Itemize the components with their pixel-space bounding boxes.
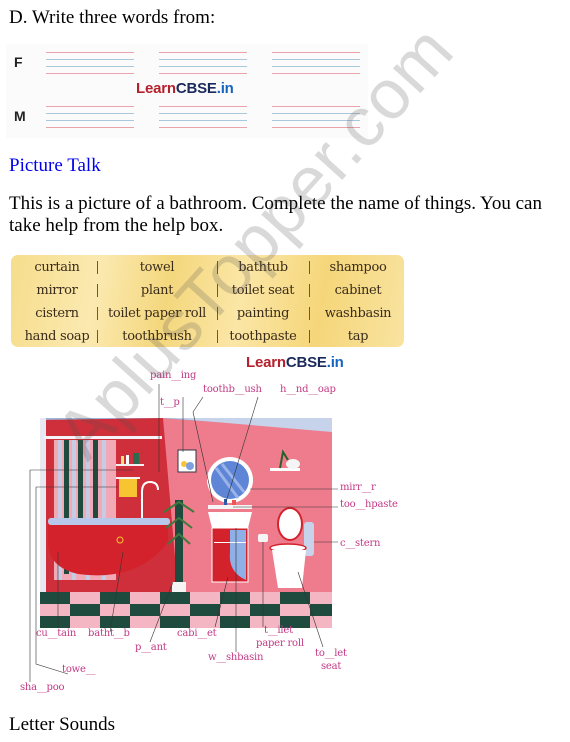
bathroom-scene <box>29 384 338 682</box>
label-painting: pain__ing <box>150 370 197 381</box>
help-word: cistern <box>35 306 79 321</box>
separator <box>97 330 98 343</box>
help-word: bathtub <box>238 260 288 275</box>
help-word: toilet seat <box>231 283 295 298</box>
help-word: cabinet <box>334 283 382 298</box>
plant <box>175 500 183 586</box>
separator <box>309 330 310 343</box>
separator <box>217 330 218 343</box>
label-mirror: mirr__r <box>340 482 376 493</box>
logo-part-in: .in <box>326 354 344 371</box>
label-towel: towe__ <box>62 664 96 675</box>
logo-part-cbse: CBSE <box>175 80 217 97</box>
label-toothpaste: too__hpaste <box>340 499 398 510</box>
logo-part-in: .in <box>216 80 234 97</box>
letter-sounds-heading: Letter Sounds <box>9 714 116 735</box>
separator <box>97 307 98 320</box>
label-hand-soap: h__nd__oap <box>280 384 336 395</box>
writing-line-m-2[interactable] <box>159 106 247 130</box>
separator <box>217 307 218 320</box>
label-toilet-seat-1: to__let <box>315 648 347 659</box>
writing-line-m-3[interactable] <box>272 106 360 130</box>
painting <box>177 449 197 473</box>
help-word: plant <box>140 283 174 298</box>
label-toilet-paper-roll-2: paper roll <box>256 638 304 649</box>
floor <box>40 592 332 628</box>
separator <box>309 307 310 320</box>
label-curtain: cu__tain <box>36 628 77 639</box>
separator <box>217 284 218 297</box>
help-word: washbasin <box>324 306 392 321</box>
label-plant: p__ant <box>135 642 167 653</box>
help-word: hand soap <box>24 329 90 344</box>
writing-line-f-3[interactable] <box>272 52 360 76</box>
row-letter-m: M <box>14 108 26 124</box>
help-word: towel <box>139 260 175 275</box>
help-word: toothbrush <box>122 329 192 344</box>
writing-line-f-2[interactable] <box>159 52 247 76</box>
logo-part-learn: Learn <box>246 354 286 371</box>
separator <box>309 284 310 297</box>
help-word: mirror <box>36 283 78 298</box>
learncbse-logo: LearnCBSE.in <box>246 354 344 371</box>
logo-part-cbse: CBSE <box>285 354 327 371</box>
label-washbasin: w__shbasin <box>208 652 264 663</box>
separator <box>97 284 98 297</box>
help-word: tap <box>347 329 369 344</box>
label-toilet-paper-roll-1: t__ilet <box>264 625 293 636</box>
label-bathtub: batht__b <box>88 628 130 639</box>
help-row: cistern toilet paper roll painting washb… <box>11 302 404 325</box>
help-row: hand soap toothbrush toothpaste tap <box>11 325 404 348</box>
mirror <box>211 461 249 499</box>
label-toilet-seat-2: seat <box>321 661 342 672</box>
help-word: shampoo <box>329 260 387 275</box>
toilet-paper-roll <box>258 534 268 542</box>
help-row: mirror plant toilet seat cabinet <box>11 279 404 302</box>
help-word: painting <box>236 306 290 321</box>
toilet <box>272 550 306 588</box>
separator <box>309 261 310 274</box>
label-cistern: c__stern <box>340 538 381 549</box>
learncbse-logo: LearnCBSE.in <box>136 80 234 97</box>
writing-line-m-1[interactable] <box>46 106 134 130</box>
label-cabinet: cabi__et <box>177 628 217 639</box>
picture-talk-heading: Picture Talk <box>9 155 101 176</box>
section-d-heading: D. Write three words from: <box>9 7 216 28</box>
towel <box>119 479 137 497</box>
washbasin <box>208 512 252 528</box>
label-tap: t__p <box>160 397 180 408</box>
instruction-text: This is a picture of a bathroom. Complet… <box>9 193 542 236</box>
help-word: toothpaste <box>229 329 297 344</box>
help-row: curtain towel bathtub shampoo <box>11 256 404 279</box>
logo-part-learn: Learn <box>136 80 176 97</box>
separator <box>97 261 98 274</box>
bathroom-illustration: LearnCBSE.in pain__ing toothb__ush h__nd… <box>18 352 408 697</box>
row-letter-f: F <box>14 54 23 70</box>
help-box: curtain towel bathtub shampoo mirror pla… <box>11 255 404 347</box>
help-word: curtain <box>34 260 80 275</box>
curtain-rod <box>44 436 162 439</box>
separator <box>217 261 218 274</box>
writing-lines-box: F M LearnCBSE.in <box>6 44 368 138</box>
writing-line-f-1[interactable] <box>46 52 134 76</box>
label-toothbrush: toothb__ush <box>203 384 262 395</box>
label-shampoo: sha__poo <box>20 682 65 693</box>
help-word: toilet paper roll <box>107 306 207 321</box>
